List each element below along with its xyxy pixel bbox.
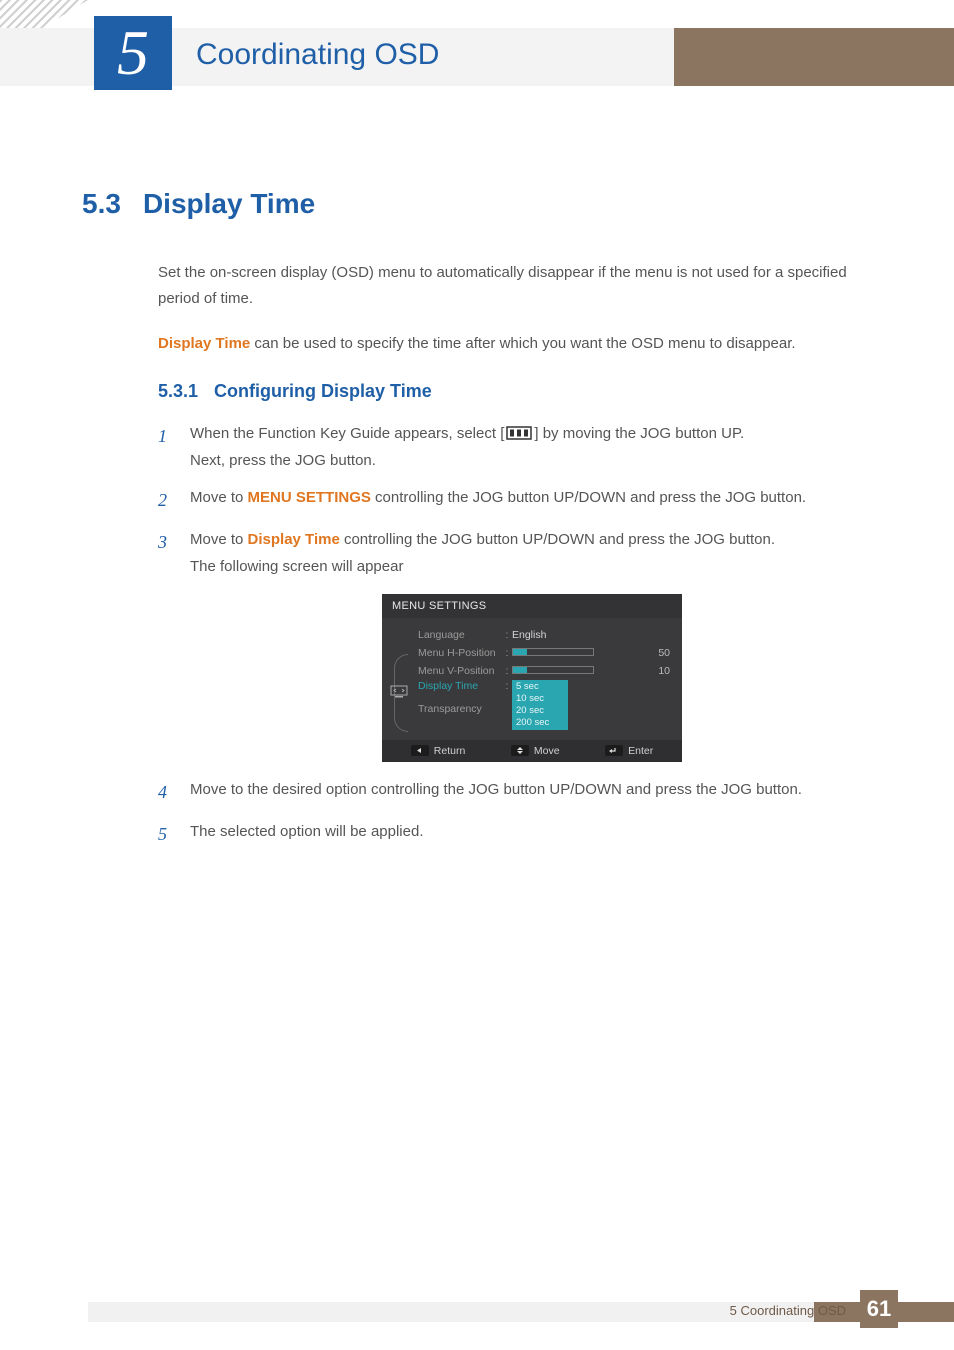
chapter-title: Coordinating OSD (196, 38, 439, 72)
menu-icon (506, 426, 532, 440)
osd-slider-value (512, 647, 646, 659)
footer-text: 5 Coordinating OSD (730, 1303, 846, 1318)
step1-a: When the Function Key Guide appears, sel… (190, 425, 500, 442)
step-text: When the Function Key Guide appears, sel… (190, 420, 882, 474)
osd-key-return: Return (411, 745, 466, 757)
osd-key-move: Move (511, 745, 560, 757)
return-key-icon (411, 745, 429, 756)
osd-key-enter: Enter (605, 745, 653, 757)
osd-label: Language (392, 629, 502, 641)
osd-row-hposition: Menu H-Position : 50 (392, 644, 670, 662)
step2-b: controlling the JOG button UP/DOWN and p… (371, 489, 806, 506)
step-text: The selected option will be applied. (190, 818, 882, 850)
osd-key-label: Return (434, 745, 466, 757)
step2-highlight: MENU SETTINGS (248, 489, 371, 506)
osd-screenshot: MENU SETTINGS Language : English Menu H-… (382, 594, 682, 762)
step-text: Move to Display Time controlling the JOG… (190, 526, 882, 580)
osd-number: 10 (646, 665, 670, 677)
osd-option: 200 sec (516, 717, 564, 729)
intro-paragraph: Set the on-screen display (OSD) menu to … (158, 260, 882, 313)
step-1: 1 When the Function Key Guide appears, s… (158, 420, 882, 474)
step-number: 5 (158, 818, 174, 850)
step-number: 2 (158, 484, 174, 516)
header-brown-accent (674, 28, 954, 86)
osd-body: Language : English Menu H-Position : 50 … (382, 618, 682, 740)
osd-label-highlight: Display Time (392, 680, 502, 692)
osd-footer: Return Move Enter (382, 740, 682, 762)
step-number: 4 (158, 776, 174, 808)
section-heading: 5.3 Display Time (82, 188, 882, 220)
step-text: Move to the desired option controlling t… (190, 776, 882, 808)
step3-a: Move to (190, 531, 248, 548)
step-5: 5 The selected option will be applied. (158, 818, 882, 850)
section-number: 5.3 (82, 188, 121, 220)
osd-value: English (512, 629, 646, 641)
subsection-number: 5.3.1 (158, 381, 198, 402)
page-number: 61 (867, 1296, 891, 1322)
term-display-time: Display Time (158, 335, 250, 352)
osd-key-label: Move (534, 745, 560, 757)
step-4: 4 Move to the desired option controlling… (158, 776, 882, 808)
page-number-box: 61 (860, 1290, 898, 1328)
osd-header: MENU SETTINGS (382, 594, 682, 618)
chapter-number: 5 (117, 16, 149, 90)
osd-row-vposition: Menu V-Position : 10 (392, 662, 670, 680)
monitor-icon (390, 684, 408, 698)
osd-label: Transparency (392, 703, 502, 715)
step-text: Move to MENU SETTINGS controlling the JO… (190, 484, 882, 516)
slider-icon (512, 648, 594, 656)
subsection-heading: 5.3.1 Configuring Display Time (158, 381, 882, 402)
step3-b: controlling the JOG button UP/DOWN and p… (340, 531, 775, 548)
osd-label: Menu V-Position (392, 665, 502, 677)
osd-key-label: Enter (628, 745, 653, 757)
slider-icon (512, 666, 594, 674)
para2-rest: can be used to specify the time after wh… (250, 335, 795, 352)
step-3: 3 Move to Display Time controlling the J… (158, 526, 882, 580)
content-area: 5.3 Display Time Set the on-screen displ… (82, 188, 882, 860)
osd-slider-value (512, 665, 646, 677)
osd-option: 5 sec (516, 681, 564, 693)
osd-label: Menu H-Position (392, 647, 502, 659)
enter-key-icon (605, 745, 623, 756)
move-key-icon (511, 745, 529, 756)
intro-paragraph-2: Display Time can be used to specify the … (158, 331, 882, 357)
footer-grey-band (88, 1302, 814, 1322)
step3-c: The following screen will appear (190, 553, 882, 580)
chapter-number-box: 5 (94, 16, 172, 90)
osd-number: 50 (646, 647, 670, 659)
step-number: 1 (158, 420, 174, 474)
step1-c: Next, press the JOG button. (190, 447, 882, 474)
step-2: 2 Move to MENU SETTINGS controlling the … (158, 484, 882, 516)
section-title: Display Time (143, 188, 315, 220)
step2-a: Move to (190, 489, 248, 506)
step-number: 3 (158, 526, 174, 580)
step1-b: by moving the JOG button UP. (539, 425, 745, 442)
osd-row-language: Language : English (392, 626, 670, 644)
subsection-title: Configuring Display Time (214, 381, 432, 402)
step3-highlight: Display Time (248, 531, 340, 548)
osd-row-transparency: Transparency (392, 700, 670, 718)
